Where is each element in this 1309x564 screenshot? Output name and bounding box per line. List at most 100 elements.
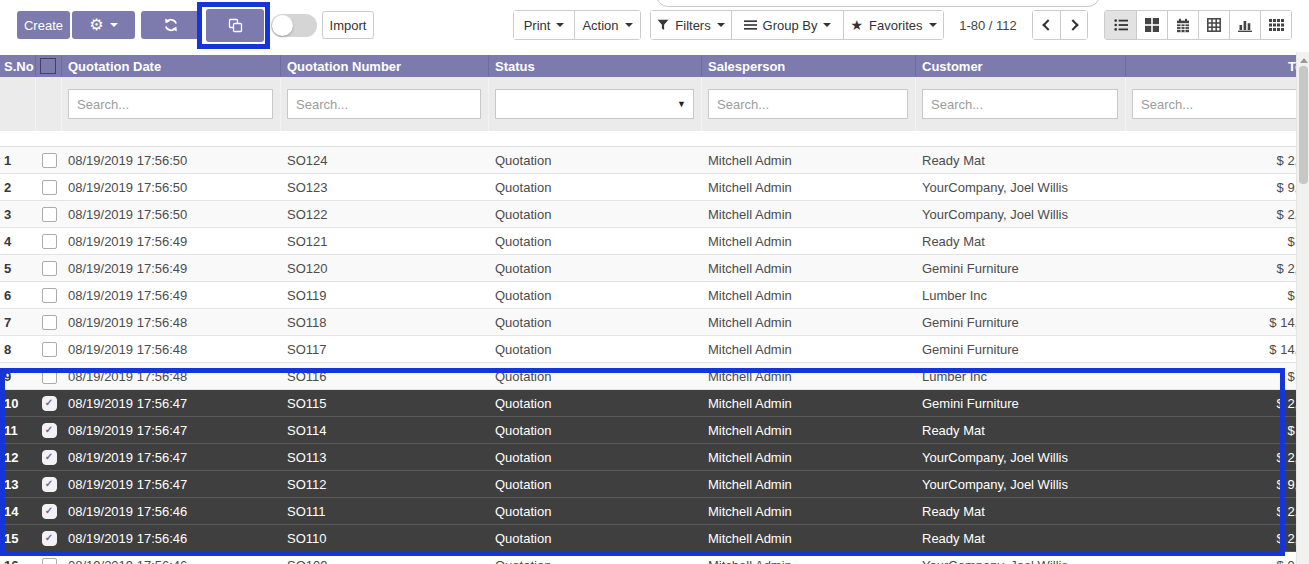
- gear-icon: ⚙: [89, 17, 103, 33]
- row-checkbox[interactable]: ✓: [42, 207, 57, 222]
- quotation-date-cell: 08/19/2019 17:56:49: [62, 255, 281, 281]
- table-body: 1 ✓ 08/19/2019 17:56:50 SO124 Quotation …: [0, 147, 1296, 564]
- table-row[interactable]: 7 ✓ 08/19/2019 17:56:48 SO118 Quotation …: [0, 309, 1296, 336]
- table-row[interactable]: 10 ✓ 08/19/2019 17:56:47 SO115 Quotation…: [0, 390, 1296, 417]
- favorites-dropdown-button[interactable]: ★ Favorites: [843, 11, 943, 39]
- salesperson-cell: Mitchell Admin: [702, 417, 916, 443]
- print-dropdown-button[interactable]: Print: [514, 11, 574, 39]
- row-checkbox[interactable]: ✓: [42, 423, 57, 438]
- row-checkbox[interactable]: ✓: [42, 153, 57, 168]
- row-checkbox[interactable]: ✓: [42, 450, 57, 465]
- table-row[interactable]: 13 ✓ 08/19/2019 17:56:47 SO112 Quotation…: [0, 471, 1296, 498]
- status-cell: Quotation: [489, 390, 702, 416]
- table-row[interactable]: 6 ✓ 08/19/2019 17:56:49 SO119 Quotation …: [0, 282, 1296, 309]
- table-row[interactable]: 5 ✓ 08/19/2019 17:56:49 SO120 Quotation …: [0, 255, 1296, 282]
- quotation-number-cell: SO115: [281, 390, 489, 416]
- activity-grid-icon: [1269, 18, 1284, 32]
- quotation-date-cell: 08/19/2019 17:56:46: [62, 498, 281, 524]
- table-row[interactable]: 14 ✓ 08/19/2019 17:56:46 SO111 Quotation…: [0, 498, 1296, 525]
- column-header-status[interactable]: Status: [489, 55, 702, 77]
- salesperson-cell: Mitchell Admin: [702, 174, 916, 200]
- pager-previous-button[interactable]: [1033, 11, 1060, 39]
- row-checkbox[interactable]: ✓: [42, 396, 57, 411]
- quotation-date-cell: 08/19/2019 17:56:48: [62, 363, 281, 389]
- row-number: 8: [0, 336, 36, 362]
- table-row[interactable]: 8 ✓ 08/19/2019 17:56:48 SO117 Quotation …: [0, 336, 1296, 363]
- row-checkbox[interactable]: ✓: [42, 315, 57, 330]
- column-header-sno[interactable]: S.No: [0, 55, 36, 77]
- column-header-quotation-date[interactable]: Quotation Date: [62, 55, 281, 77]
- row-checkbox[interactable]: ✓: [42, 369, 57, 384]
- total-cell: $ 9,700.00: [1126, 552, 1296, 564]
- list-view: S.No Quotation Date Quotation Number Sta…: [0, 55, 1296, 564]
- column-header-quotation-number[interactable]: Quotation Number: [281, 55, 489, 77]
- row-checkbox[interactable]: ✓: [42, 261, 57, 276]
- row-checkbox[interactable]: ✓: [42, 288, 57, 303]
- settings-dropdown-button[interactable]: ⚙: [72, 11, 135, 39]
- create-button[interactable]: Create: [17, 11, 70, 39]
- graph-view-icon: [1238, 18, 1252, 32]
- table-row[interactable]: 2 ✓ 08/19/2019 17:56:50 SO123 Quotation …: [0, 174, 1296, 201]
- select-all-checkbox[interactable]: [40, 58, 56, 74]
- customer-cell: Lumber Inc: [916, 282, 1126, 308]
- row-number: 2: [0, 174, 36, 200]
- salesperson-filter-input[interactable]: [708, 89, 908, 119]
- salesperson-cell: Mitchell Admin: [702, 255, 916, 281]
- duplicate-button[interactable]: [206, 9, 264, 42]
- view-calendar-button[interactable]: [1167, 11, 1198, 39]
- vertical-scrollbar[interactable]: [1296, 52, 1309, 564]
- quotations-list-screen: Create ⚙ Import Print: [0, 0, 1309, 564]
- table-row[interactable]: 4 ✓ 08/19/2019 17:56:49 SO121 Quotation …: [0, 228, 1296, 255]
- column-header-salesperson[interactable]: Salesperson: [702, 55, 916, 77]
- row-checkbox-cell: ✓: [36, 147, 62, 173]
- total-cell: $ 14,950.00: [1126, 309, 1296, 335]
- view-graph-button[interactable]: [1229, 11, 1260, 39]
- table-row[interactable]: 12 ✓ 08/19/2019 17:56:47 SO113 Quotation…: [0, 444, 1296, 471]
- view-kanban-button[interactable]: [1136, 11, 1167, 39]
- table-row[interactable]: 3 ✓ 08/19/2019 17:56:50 SO122 Quotation …: [0, 201, 1296, 228]
- row-number: 6: [0, 282, 36, 308]
- row-checkbox[interactable]: ✓: [42, 504, 57, 519]
- group-by-dropdown-button[interactable]: Group By: [731, 11, 843, 39]
- view-activity-button[interactable]: [1260, 11, 1291, 39]
- view-pivot-button[interactable]: [1198, 11, 1229, 39]
- filters-dropdown-button[interactable]: Filters: [651, 11, 731, 39]
- row-checkbox[interactable]: ✓: [42, 180, 57, 195]
- row-checkbox-cell: ✓: [36, 255, 62, 281]
- total-cell: $ 750.00: [1126, 417, 1296, 443]
- scrollbar-thumb[interactable]: [1299, 66, 1308, 184]
- status-cell: Quotation: [489, 228, 702, 254]
- caret-down-icon: [717, 23, 725, 27]
- row-checkbox[interactable]: ✓: [42, 234, 57, 249]
- toggle-switch[interactable]: [271, 14, 317, 37]
- column-header-customer[interactable]: Customer: [916, 55, 1126, 77]
- refresh-button[interactable]: [141, 11, 200, 39]
- customer-filter-input[interactable]: [922, 89, 1118, 119]
- row-checkbox-cell: ✓: [36, 282, 62, 308]
- quotation-date-filter-input[interactable]: [68, 89, 273, 119]
- status-cell: Quotation: [489, 471, 702, 497]
- status-filter-select[interactable]: ▼: [495, 89, 694, 119]
- row-checkbox[interactable]: ✓: [42, 477, 57, 492]
- status-cell: Quotation: [489, 282, 702, 308]
- table-row[interactable]: 15 ✓ 08/19/2019 17:56:46 SO110 Quotation…: [0, 525, 1296, 552]
- total-filter-input[interactable]: [1132, 89, 1296, 119]
- pager-next-button[interactable]: [1060, 11, 1087, 39]
- table-row[interactable]: 11 ✓ 08/19/2019 17:56:47 SO114 Quotation…: [0, 417, 1296, 444]
- total-cell: $ 9,700.00: [1126, 174, 1296, 200]
- scroll-up-arrow-icon[interactable]: [1300, 58, 1308, 63]
- total-cell: $ 2,250.00: [1126, 390, 1296, 416]
- row-checkbox[interactable]: ✓: [42, 342, 57, 357]
- row-checkbox[interactable]: ✓: [42, 531, 57, 546]
- global-search-input[interactable]: [656, 0, 1100, 7]
- quotation-number-filter-input[interactable]: [287, 89, 481, 119]
- action-dropdown-button[interactable]: Action: [574, 11, 640, 39]
- column-header-total[interactable]: Total: [1126, 55, 1296, 77]
- table-row[interactable]: 1 ✓ 08/19/2019 17:56:50 SO124 Quotation …: [0, 147, 1296, 174]
- import-button[interactable]: Import: [322, 11, 374, 39]
- table-row[interactable]: 9 ✓ 08/19/2019 17:56:48 SO116 Quotation …: [0, 363, 1296, 390]
- row-checkbox[interactable]: ✓: [42, 558, 57, 564]
- table-row[interactable]: 16 ✓ 08/19/2019 17:56:46 SO109 Quotation…: [0, 552, 1296, 564]
- view-list-button[interactable]: [1105, 11, 1136, 39]
- quotation-number-cell: SO121: [281, 228, 489, 254]
